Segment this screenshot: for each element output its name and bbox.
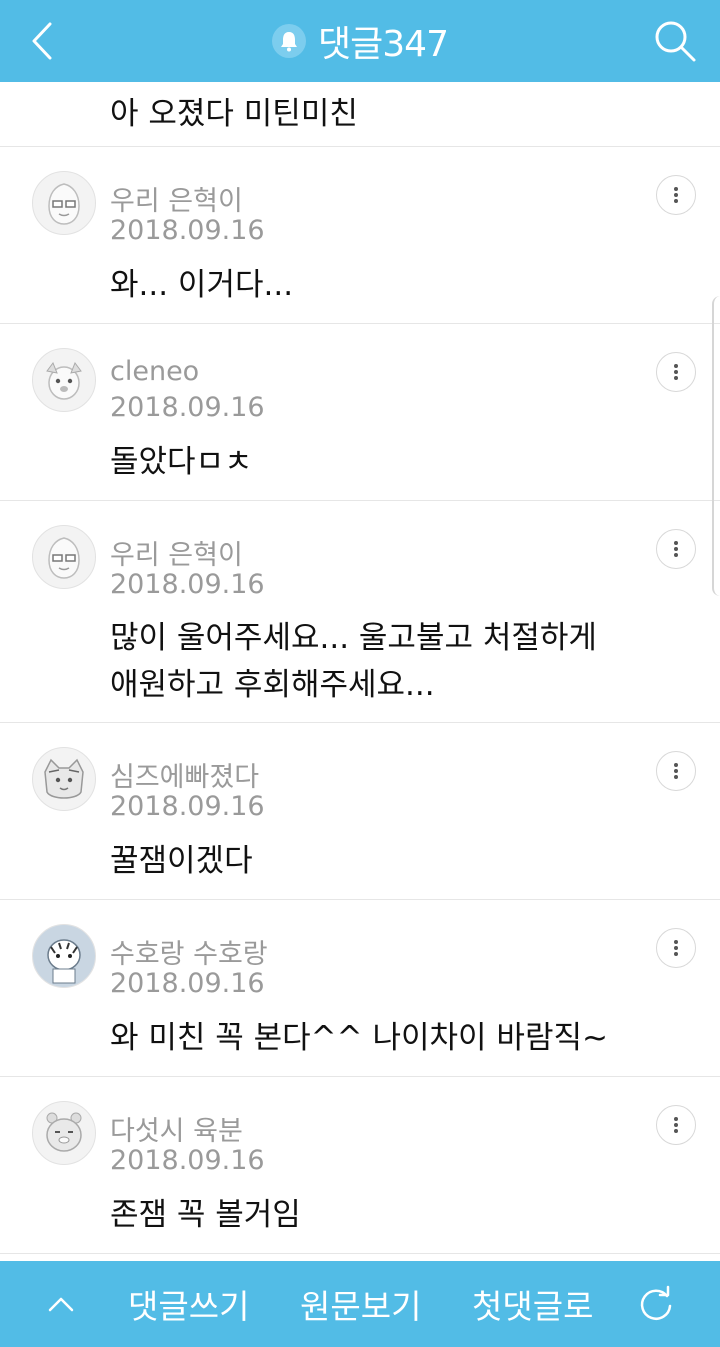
more-options-button[interactable] (656, 352, 696, 392)
comment-item: 다섯시 육분 2018.09.16 존잼 꼭 볼거임 (0, 1077, 720, 1254)
write-comment-button[interactable]: 댓글쓰기 (128, 1261, 249, 1347)
comment-item: 수호랑 수호랑 2018.09.16 와 미친 꼭 본다^^ 나이차이 바람직~ (0, 900, 720, 1077)
comment-item: 심즈에빠졌다 2018.09.16 꿀잼이겠다 (0, 723, 720, 900)
view-original-button[interactable]: 원문보기 (300, 1261, 421, 1347)
more-vertical-icon (674, 1117, 678, 1133)
more-options-button[interactable] (656, 529, 696, 569)
comment-author[interactable]: cleneo (110, 356, 199, 387)
comment-author[interactable]: 우리 은혁이 (110, 179, 243, 218)
bell-icon (281, 32, 298, 52)
avatar[interactable] (32, 525, 96, 589)
comment-body-line: 많이 울어주세요... 울고불고 처절하게 (110, 620, 597, 656)
avatar[interactable] (32, 1101, 96, 1165)
avatar[interactable] (32, 348, 96, 412)
refresh-button[interactable] (636, 1261, 680, 1347)
comment-item: 우리 은혁이 2018.09.16 많이 울어주세요... 울고불고 처절하게 … (0, 501, 720, 723)
comment-author[interactable]: 우리 은혁이 (110, 533, 243, 572)
comment-item: 아 오졌다 미틴미친 (0, 82, 720, 147)
comment-item: cleneo 2018.09.16 돌았다ㅁㅊ (0, 324, 720, 501)
avatar-character-icon (48, 537, 80, 579)
chevron-up-icon (48, 1297, 74, 1312)
avatar-character-icon (46, 1112, 82, 1152)
bottom-action-bar: 댓글쓰기 원문보기 첫댓글로 (0, 1261, 720, 1347)
avatar-character-icon (48, 183, 80, 225)
avatar-character-icon (46, 361, 82, 400)
comment-date: 2018.09.16 (110, 215, 265, 246)
comment-body: 꿀잼이겠다 (110, 843, 253, 879)
comment-item: 우리 은혁이 2018.09.16 와... 이거다... (0, 147, 720, 324)
comment-body-line: 애원하고 후회해주세요... (110, 667, 435, 703)
search-icon (655, 21, 696, 62)
avatar-mascot-photo (33, 925, 95, 987)
more-options-button[interactable] (656, 1105, 696, 1145)
first-comment-button[interactable]: 첫댓글로 (472, 1261, 593, 1347)
more-vertical-icon (674, 364, 678, 380)
comment-date: 2018.09.16 (110, 791, 265, 822)
more-vertical-icon (674, 940, 678, 956)
search-button[interactable] (650, 16, 700, 66)
comment-author[interactable]: 다섯시 육분 (110, 1109, 243, 1148)
more-vertical-icon (674, 763, 678, 779)
chevron-left-icon (32, 22, 52, 60)
comment-date: 2018.09.16 (110, 1145, 265, 1176)
avatar[interactable] (32, 747, 96, 811)
comment-body: 돌았다ㅁㅊ (110, 444, 253, 480)
comment-body: 아 오졌다 미틴미친 (110, 96, 358, 132)
comment-author[interactable]: 수호랑 수호랑 (110, 932, 268, 971)
avatar[interactable] (32, 171, 96, 235)
edge-scroll-handle[interactable] (712, 296, 720, 596)
notification-bell-button[interactable] (272, 24, 307, 58)
scroll-to-top-button[interactable] (46, 1261, 86, 1347)
more-options-button[interactable] (656, 751, 696, 791)
comment-date: 2018.09.16 (110, 392, 265, 423)
more-options-button[interactable] (656, 928, 696, 968)
comment-body: 존잼 꼭 볼거임 (110, 1197, 301, 1233)
more-options-button[interactable] (656, 175, 696, 215)
more-vertical-icon (674, 187, 678, 203)
refresh-icon (640, 1285, 672, 1320)
comment-author[interactable]: 심즈에빠졌다 (110, 755, 259, 794)
more-vertical-icon (674, 541, 678, 557)
comment-body: 와... 이거다... (110, 267, 294, 303)
avatar-character-icon (44, 758, 84, 799)
avatar[interactable] (32, 924, 96, 988)
top-app-bar: 댓글347 (0, 0, 720, 82)
page-title: 댓글347 (318, 24, 449, 65)
back-button[interactable] (22, 16, 66, 66)
comment-date: 2018.09.16 (110, 968, 265, 999)
comment-body: 와 미친 꼭 본다^^ 나이차이 바람직~ (110, 1020, 608, 1056)
comment-date: 2018.09.16 (110, 569, 265, 600)
